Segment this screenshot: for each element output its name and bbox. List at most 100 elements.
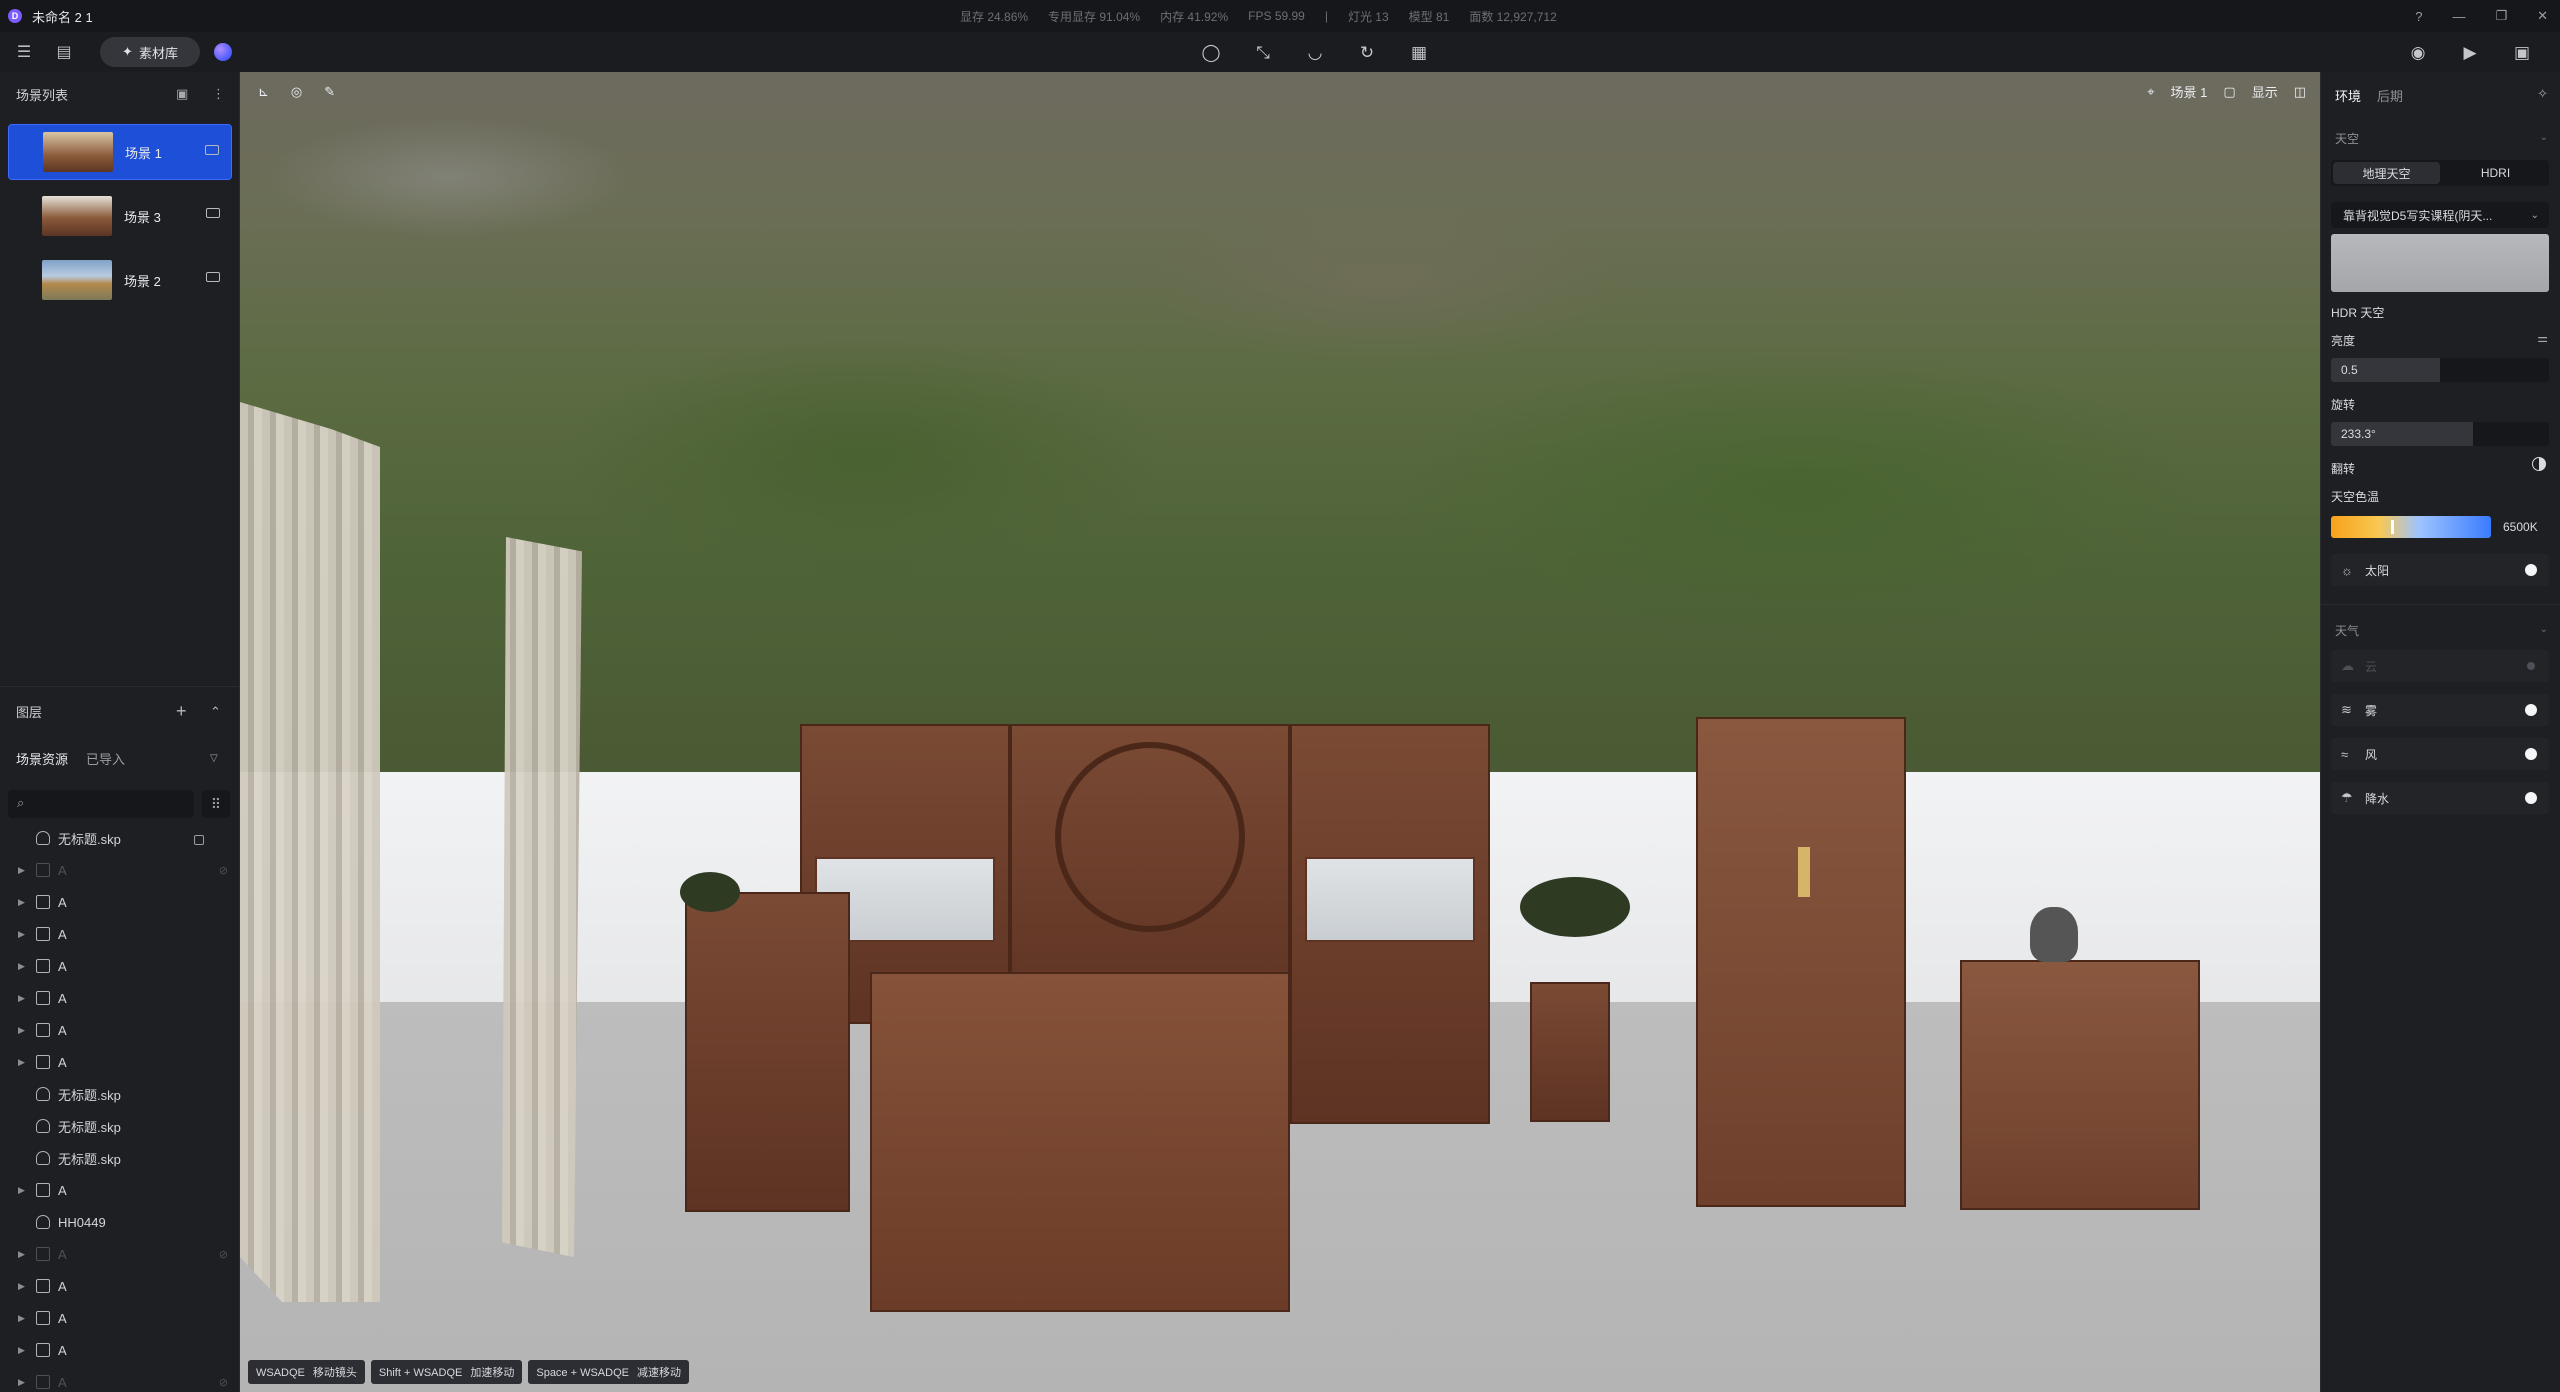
- help-icon[interactable]: ?: [2415, 9, 2422, 24]
- expand-arrow-icon[interactable]: ▶: [18, 865, 25, 876]
- measure-icon[interactable]: ✎: [324, 84, 335, 100]
- scene-item-2[interactable]: 场景 2: [8, 252, 232, 308]
- brightness-slider[interactable]: 0.5: [2331, 358, 2549, 382]
- tree-row[interactable]: ▶ A: [0, 1334, 240, 1366]
- tree-row[interactable]: 无标题.skp: [0, 1078, 240, 1110]
- axis-icon[interactable]: ⊾: [258, 84, 269, 100]
- tree-row[interactable]: 无标题.skp: [0, 822, 240, 854]
- tree-row[interactable]: ▶ A: [0, 1174, 240, 1206]
- temperature-knob[interactable]: [2391, 520, 2394, 534]
- brush-tool-icon[interactable]: ◡: [1304, 42, 1326, 64]
- add-scene-icon[interactable]: ▣: [176, 86, 188, 102]
- tree-row[interactable]: HH0449: [0, 1206, 240, 1238]
- add-layer-icon[interactable]: +: [176, 701, 187, 722]
- expand-arrow-icon[interactable]: ▶: [18, 897, 25, 908]
- tree-row[interactable]: ▶ A: [0, 982, 240, 1014]
- region-tool-icon[interactable]: ▦: [1408, 42, 1430, 64]
- tree-row[interactable]: ▶ A ⊘: [0, 1238, 240, 1270]
- file-icon[interactable]: ▤: [54, 42, 74, 62]
- sky-mode-hdri[interactable]: HDRI: [2442, 160, 2549, 186]
- ai-assistant-icon[interactable]: [214, 43, 232, 61]
- expand-arrow-icon[interactable]: ▶: [18, 929, 25, 940]
- hidden-eye-icon[interactable]: ⊘: [219, 1248, 228, 1261]
- more-options-icon[interactable]: ⋮: [212, 86, 225, 102]
- expand-arrow-icon[interactable]: ▶: [18, 1281, 25, 1292]
- 3d-viewport[interactable]: ⌖ 场景 1 ▢ 显示 ◫ ⊾ ◎ ✎ WSADQE 移动镜头 Shift + WS…: [240, 72, 2320, 1392]
- tree-row[interactable]: ▶ A ⊘: [0, 1366, 240, 1392]
- camera-icon[interactable]: [206, 208, 220, 218]
- collapse-icon[interactable]: ⌃: [210, 704, 221, 720]
- light-bulb-icon[interactable]: ◯: [1200, 42, 1222, 64]
- camera-capture-icon[interactable]: ◉: [2406, 41, 2430, 65]
- tree-row[interactable]: 无标题.skp: [0, 1142, 240, 1174]
- chevron-down-icon[interactable]: ⌄: [2540, 132, 2548, 143]
- expand-arrow-icon[interactable]: ▶: [18, 1057, 25, 1068]
- viewport-scene-label[interactable]: 场景 1: [2171, 82, 2208, 101]
- minimize-icon[interactable]: —: [2452, 9, 2465, 24]
- rotation-slider[interactable]: 233.3°: [2331, 422, 2549, 446]
- display-menu[interactable]: 显示: [2252, 82, 2278, 101]
- menu-icon[interactable]: ☰: [14, 42, 34, 62]
- expand-arrow-icon[interactable]: ▶: [18, 1345, 25, 1356]
- flip-toggle-icon[interactable]: [2532, 457, 2546, 471]
- sun-toggle-row[interactable]: ☼ 太阳: [2331, 554, 2549, 586]
- expand-arrow-icon[interactable]: ▶: [18, 1313, 25, 1324]
- globe-icon[interactable]: ◎: [291, 84, 302, 100]
- tree-row[interactable]: ▶ A ⊘: [0, 854, 240, 886]
- tab-post[interactable]: 后期: [2377, 86, 2403, 105]
- camera-icon[interactable]: [205, 145, 219, 155]
- restore-icon[interactable]: ❐: [2495, 8, 2507, 24]
- close-icon[interactable]: ✕: [2537, 8, 2548, 24]
- lock-icon[interactable]: [194, 835, 204, 845]
- search-input[interactable]: ⌕: [8, 790, 194, 818]
- tree-row[interactable]: ▶ A: [0, 1046, 240, 1078]
- focus-icon[interactable]: ⌖: [2147, 84, 2154, 100]
- weather-toggle[interactable]: [2525, 748, 2537, 760]
- tree-row[interactable]: ▶ A: [0, 1270, 240, 1302]
- sky-temperature-slider[interactable]: [2331, 516, 2491, 538]
- expand-arrow-icon[interactable]: ▶: [18, 961, 25, 972]
- weather-row[interactable]: ≋ 雾: [2331, 694, 2549, 726]
- weather-row[interactable]: ≈ 风: [2331, 738, 2549, 770]
- adjust-icon[interactable]: ⚌: [2537, 331, 2548, 345]
- tree-row[interactable]: ▶ A: [0, 1014, 240, 1046]
- scene-item-3[interactable]: 场景 3: [8, 188, 232, 244]
- weather-toggle[interactable]: [2527, 662, 2535, 670]
- tab-imported[interactable]: 已导入: [86, 749, 125, 768]
- expand-arrow-icon[interactable]: ▶: [18, 1025, 25, 1036]
- hdr-preset-select[interactable]: 靠背视觉D5写实课程(阴天... ⌄: [2331, 202, 2549, 228]
- rotate-tool-icon[interactable]: ↻: [1356, 42, 1378, 64]
- hidden-eye-icon[interactable]: ⊘: [219, 864, 228, 877]
- tree-row[interactable]: ▶ A: [0, 886, 240, 918]
- path-tool-icon[interactable]: ⤡: [1252, 42, 1274, 64]
- weather-toggle[interactable]: [2525, 792, 2537, 804]
- tree-row[interactable]: ▶ A: [0, 918, 240, 950]
- tree-row[interactable]: ▶ A: [0, 950, 240, 982]
- tree-row[interactable]: 无标题.skp: [0, 1110, 240, 1142]
- display-icon[interactable]: ▢: [2223, 84, 2235, 100]
- scene-item-1[interactable]: 场景 1: [8, 124, 232, 180]
- view-mode-icon[interactable]: ◫: [2294, 84, 2306, 100]
- grid-view-button[interactable]: ⠿: [202, 790, 230, 818]
- tree-row[interactable]: ▶ A: [0, 1302, 240, 1334]
- camera-icon[interactable]: [206, 272, 220, 282]
- material-library-button[interactable]: ✦ 素材库: [100, 37, 200, 67]
- sun-toggle[interactable]: [2525, 564, 2537, 576]
- pin-icon[interactable]: ✧: [2537, 86, 2548, 102]
- weather-toggle[interactable]: [2525, 704, 2537, 716]
- tab-scene-resources[interactable]: 场景资源: [16, 749, 68, 768]
- expand-arrow-icon[interactable]: ▶: [18, 993, 25, 1004]
- expand-arrow-icon[interactable]: ▶: [18, 1249, 25, 1260]
- expand-arrow-icon[interactable]: ▶: [18, 1185, 25, 1196]
- expand-arrow-icon[interactable]: ▶: [18, 1377, 25, 1388]
- video-icon[interactable]: ▶: [2458, 41, 2482, 65]
- chevron-down-icon[interactable]: ⌄: [2540, 624, 2548, 635]
- tab-environment[interactable]: 环境: [2335, 86, 2361, 105]
- sky-temp-label: 天空色温: [2331, 490, 2380, 504]
- render-queue-icon[interactable]: ▣: [2510, 41, 2534, 65]
- filter-icon[interactable]: ▽: [210, 753, 218, 764]
- sky-mode-geo[interactable]: 地理天空: [2333, 162, 2440, 184]
- weather-row[interactable]: ☁ 云: [2331, 650, 2549, 682]
- hidden-eye-icon[interactable]: ⊘: [219, 1376, 228, 1389]
- weather-row[interactable]: ☂ 降水: [2331, 782, 2549, 814]
